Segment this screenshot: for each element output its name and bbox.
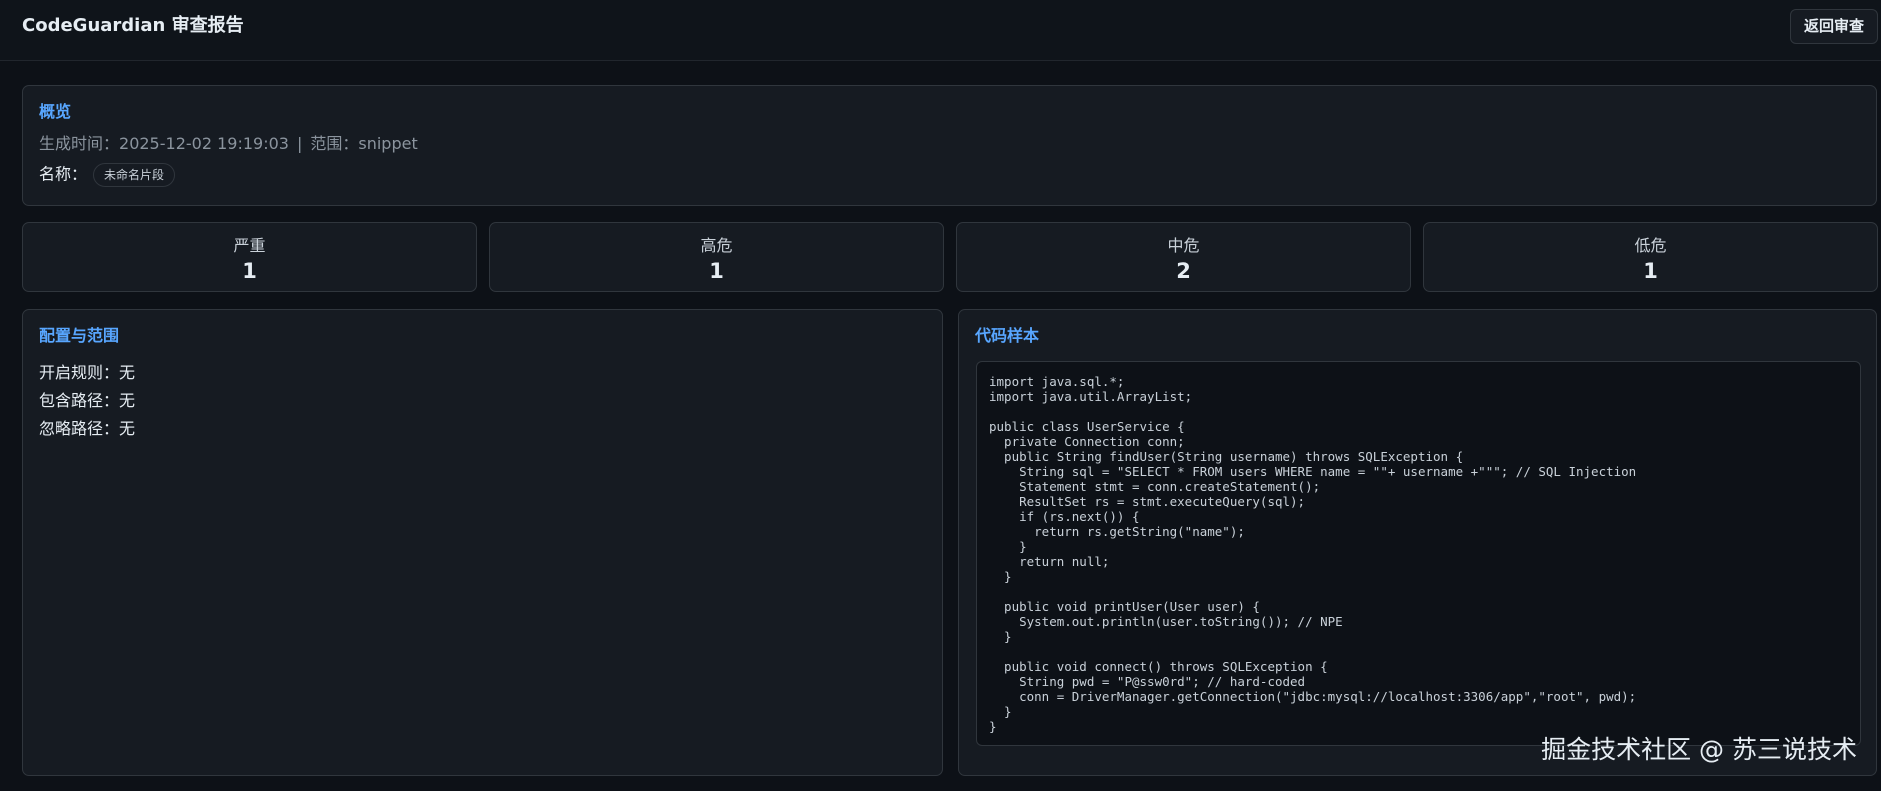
overview-card: 概览 生成时间：2025-12-02 19:19:03 | 范围：snippet 名… [22,85,1877,206]
stat-medium: 中危 2 [956,222,1411,292]
generated-time-value: 2025-12-02 19:19:03 [119,134,289,153]
stat-critical: 严重 1 [22,222,477,292]
meta-separator: | [296,134,303,153]
stat-high-value: 1 [709,259,724,283]
config-card: 配置与范围 开启规则：无 包含路径：无 忽略路径：无 [22,309,943,776]
watermark: 掘金技术社区 @ 苏三说技术 [1541,735,1857,764]
code-sample-title: 代码样本 [975,326,1040,345]
stat-high: 高危 1 [489,222,944,292]
enabled-rules-row: 开启规则：无 [39,363,136,382]
scope-value: snippet [358,134,418,153]
scope-label: 范围： [310,134,359,153]
stat-low-label: 低危 [1634,236,1667,255]
overview-title: 概览 [39,102,72,121]
overview-meta: 生成时间：2025-12-02 19:19:03 | 范围：snippet [39,134,418,154]
stat-medium-value: 2 [1176,259,1191,283]
name-label: 名称： [39,164,88,184]
stat-low-value: 1 [1643,259,1658,283]
config-title: 配置与范围 [39,326,120,345]
stat-critical-label: 严重 [233,236,266,255]
page-title: CodeGuardian 审查报告 [22,15,244,36]
stat-low: 低危 1 [1423,222,1878,292]
ignore-paths-row: 忽略路径：无 [39,419,136,438]
code-text: import java.sql.*; import java.util.Arra… [989,374,1637,734]
code-block[interactable]: import java.sql.*; import java.util.Arra… [976,361,1861,746]
name-tag: 未命名片段 [93,163,176,187]
stat-critical-value: 1 [242,259,257,283]
code-sample-card: 代码样本 import java.sql.*; import java.util… [958,309,1877,776]
stat-high-label: 高危 [700,236,733,255]
back-to-review-button[interactable]: 返回审查 [1790,9,1878,44]
generated-time-label: 生成时间： [39,134,120,153]
name-row: 名称： 未命名片段 [39,163,176,187]
stat-medium-label: 中危 [1167,236,1200,255]
include-paths-row: 包含路径：无 [39,391,136,410]
top-bar: CodeGuardian 审查报告 返回审查 [0,0,1881,61]
config-list: 开启规则：无 包含路径：无 忽略路径：无 [39,359,135,443]
